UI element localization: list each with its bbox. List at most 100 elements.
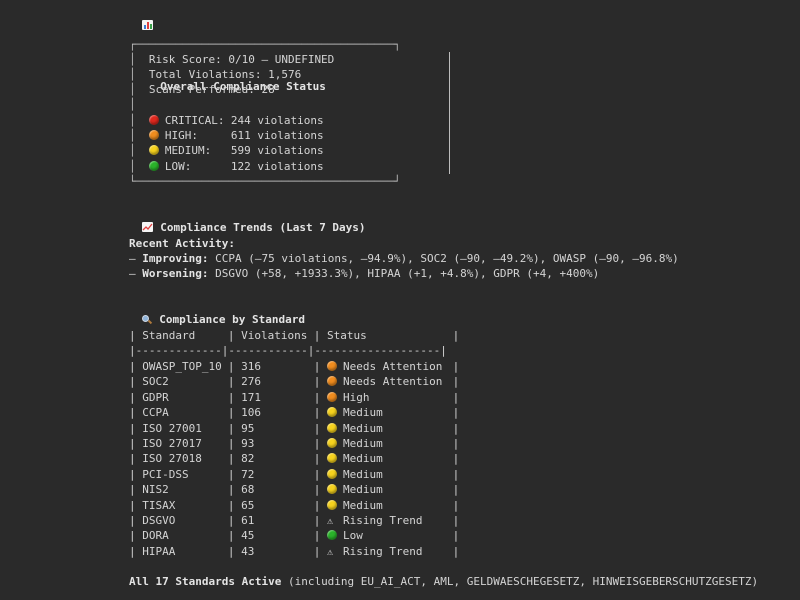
cell-violations: 65 xyxy=(241,499,255,512)
cell-violations: 316 xyxy=(241,360,261,373)
trends-heading: Compliance Trends (Last 7 Days) xyxy=(129,205,366,234)
worsening-line: – Worsening: DSGVO (+58, +1933.3%), HIPA… xyxy=(129,267,600,280)
table-row: | DSGVO | 61 | ⚠ Rising Trend | xyxy=(129,513,460,529)
cell-violations: 43 xyxy=(241,545,255,558)
risk-score: Risk Score: 0/10 – UNDEFINED xyxy=(148,53,335,66)
cell-standard: DSGVO xyxy=(142,514,176,527)
status-text: High xyxy=(343,391,370,404)
cell-status: Medium xyxy=(327,405,446,420)
yellow-circle-icon xyxy=(327,407,337,417)
cell-violations: 95 xyxy=(241,422,255,435)
table-row: | DORA | 45 | Low | xyxy=(129,528,460,543)
box-row: │ Total Violations: 1,576 xyxy=(129,68,302,81)
table-row: | CCPA | 106 | Medium | xyxy=(129,405,460,420)
table-header: | Standard | Violations | Status | xyxy=(129,329,460,342)
box-top-border: ┌───────────────────────────────────────… xyxy=(129,38,401,51)
cell-standard: DORA xyxy=(142,529,169,542)
cell-violations: 82 xyxy=(241,452,255,465)
red-circle-icon xyxy=(148,115,159,125)
cell-standard: ISO 27018 xyxy=(142,452,202,465)
table-row: | SOC2 | 276 | Needs Attention | xyxy=(129,374,460,389)
status-text: Needs Attention xyxy=(343,360,443,373)
cell-status: ⚠ Rising Trend xyxy=(327,513,446,529)
table-row: | TISAX | 65 | Medium | xyxy=(129,498,460,513)
yellow-circle-icon xyxy=(327,500,337,510)
cell-standard: TISAX xyxy=(142,499,176,512)
header-violations: Violations xyxy=(241,329,308,342)
yellow-circle-icon xyxy=(327,453,337,463)
cell-violations: 45 xyxy=(241,529,255,542)
header-standard: Standard xyxy=(142,329,196,342)
table-row: | GDPR | 171 | High | xyxy=(129,390,460,405)
cell-violations: 61 xyxy=(241,514,255,527)
cell-violations: 106 xyxy=(241,406,261,419)
warning-icon: ⚠ xyxy=(327,516,334,527)
cell-status: High xyxy=(327,390,446,405)
cell-violations: 72 xyxy=(241,468,255,481)
green-circle-icon xyxy=(327,530,337,540)
scans-performed: Scans Performed: 28 xyxy=(148,83,275,96)
cell-standard: PCI-DSS xyxy=(142,468,189,481)
yellow-circle-icon xyxy=(327,484,337,494)
cell-violations: 276 xyxy=(241,375,261,388)
status-text: Needs Attention xyxy=(343,375,443,388)
box-row-empty: │ xyxy=(129,98,136,111)
status-text: Medium xyxy=(343,422,383,435)
cell-status: Low xyxy=(327,528,446,543)
yellow-circle-icon xyxy=(327,469,337,479)
status-text: Medium xyxy=(343,468,383,481)
cell-standard: OWASP_TOP_10 xyxy=(142,360,222,373)
cell-standard: GDPR xyxy=(142,391,169,404)
recent-activity-label: Recent Activity: xyxy=(129,237,235,250)
cell-status: Medium xyxy=(327,482,446,497)
status-text: Rising Trend xyxy=(343,545,423,558)
table-row: | ISO 27018 | 82 | Medium | xyxy=(129,451,460,466)
cell-status: ⚠ Rising Trend xyxy=(327,544,446,560)
box-row: │ Scans Performed: 28 xyxy=(129,83,275,96)
magnifier-icon xyxy=(142,315,151,324)
box-row: │ Risk Score: 0/10 – UNDEFINED xyxy=(129,53,335,66)
status-text: Medium xyxy=(343,406,383,419)
status-text: Medium xyxy=(343,499,383,512)
footer-line: All 17 Standards Active (including EU_AI… xyxy=(129,575,759,588)
improving-line: – Improving: CCPA (–75 violations, –94.9… xyxy=(129,252,679,265)
warning-icon: ⚠ xyxy=(327,547,334,558)
cell-status: Medium xyxy=(327,451,446,466)
box-right-border xyxy=(449,52,451,174)
cell-violations: 68 xyxy=(241,483,255,496)
bar-chart-icon xyxy=(142,20,154,30)
cell-status: Needs Attention xyxy=(327,359,446,374)
cell-standard: ISO 27017 xyxy=(142,437,202,450)
cell-status: Medium xyxy=(327,436,446,451)
table-row: | PCI-DSS | 72 | Medium | xyxy=(129,467,460,482)
cell-status: Needs Attention xyxy=(327,374,446,389)
cell-violations: 171 xyxy=(241,391,261,404)
status-text: Rising Trend xyxy=(343,514,423,527)
table-row: | NIS2 | 68 | Medium | xyxy=(129,482,460,497)
cell-standard: HIPAA xyxy=(142,545,176,558)
status-text: Medium xyxy=(343,437,383,450)
orange-circle-icon xyxy=(327,392,337,402)
table-row: | ISO 27001 | 95 | Medium | xyxy=(129,422,460,435)
table-separator: |-------------|------------|------------… xyxy=(129,344,447,357)
cell-violations: 93 xyxy=(241,437,255,450)
cell-status: Medium xyxy=(327,467,446,482)
level-row-critical: │ CRITICAL: 244 violations xyxy=(129,114,324,127)
box-bottom-border: └───────────────────────────────────────… xyxy=(129,175,401,188)
status-text: Medium xyxy=(343,452,383,465)
status-text: Low xyxy=(343,529,363,542)
orange-circle-icon xyxy=(327,376,337,386)
level-row-medium: │ MEDIUM: 599 violations xyxy=(129,144,324,157)
trend-chart-icon xyxy=(142,222,154,232)
cell-standard: NIS2 xyxy=(142,483,169,496)
yellow-circle-icon xyxy=(327,423,337,433)
cell-status: Medium xyxy=(327,498,446,513)
cell-standard: ISO 27001 xyxy=(142,422,202,435)
green-circle-icon xyxy=(148,161,159,171)
orange-circle-icon xyxy=(148,130,159,140)
level-row-high: │ HIGH: 611 violations xyxy=(129,129,324,142)
cell-standard: SOC2 xyxy=(142,375,169,388)
header-status: Status xyxy=(327,329,367,342)
yellow-circle-icon xyxy=(148,145,159,155)
cell-standard: CCPA xyxy=(142,406,169,419)
